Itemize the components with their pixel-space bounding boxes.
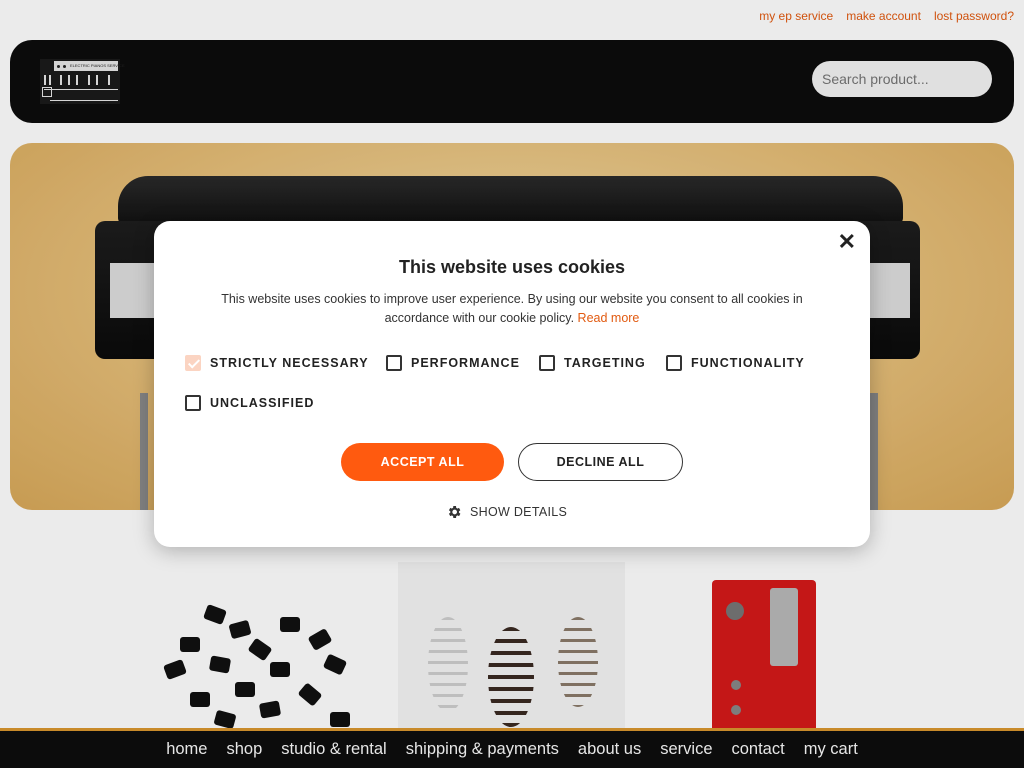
checkbox-label: UNCLASSIFIED (210, 396, 315, 410)
cookie-title: This website uses cookies (398, 257, 626, 277)
checkbox-box[interactable] (185, 395, 201, 411)
read-more-link[interactable]: Read more (578, 311, 640, 325)
show-details-button[interactable]: SHOW DETAILS (446, 504, 567, 520)
checkbox-performance[interactable]: PERFORMANCE (386, 355, 520, 371)
checkbox-label: STRICTLY NECESSARY (210, 356, 369, 370)
nav-home[interactable]: home (166, 740, 207, 759)
gear-icon (448, 506, 461, 518)
nav-shipping-payments[interactable]: shipping & payments (406, 740, 559, 759)
checkbox-label: TARGETING (564, 356, 646, 370)
checkbox-targeting[interactable]: TARGETING (539, 355, 646, 371)
checkbox-box[interactable] (185, 355, 201, 371)
nav-about-us[interactable]: about us (578, 740, 641, 759)
checkbox-box[interactable] (386, 355, 402, 371)
page: my ep service make account lost password… (0, 0, 1024, 768)
checkbox-functionality[interactable]: FUNCTIONALITY (666, 355, 805, 371)
show-details-label: SHOW DETAILS (470, 505, 568, 519)
checkbox-label: PERFORMANCE (411, 356, 520, 370)
cookie-description: This website uses cookies to improve use… (204, 290, 820, 328)
checkbox-strictly-necessary[interactable]: STRICTLY NECESSARY (185, 355, 369, 371)
nav-contact[interactable]: contact (732, 740, 785, 759)
nav-service[interactable]: service (660, 740, 712, 759)
decline-all-button[interactable]: DECLINE ALL (518, 443, 683, 481)
cookie-consent-dialog: ✕ This website uses cookies This website… (154, 221, 870, 547)
checkbox-box[interactable] (666, 355, 682, 371)
checkbox-label: FUNCTIONALITY (691, 356, 805, 370)
cookie-description-text: This website uses cookies to improve use… (221, 292, 803, 325)
checkbox-unclassified[interactable]: UNCLASSIFIED (185, 395, 314, 411)
checkbox-box[interactable] (539, 355, 555, 371)
nav-my-cart[interactable]: my cart (804, 740, 858, 759)
bottom-nav: home shop studio & rental shipping & pay… (0, 728, 1024, 768)
accept-all-button[interactable]: ACCEPT ALL (341, 443, 504, 481)
nav-studio-rental[interactable]: studio & rental (281, 740, 386, 759)
close-icon[interactable]: ✕ (838, 231, 856, 253)
nav-shop[interactable]: shop (226, 740, 262, 759)
